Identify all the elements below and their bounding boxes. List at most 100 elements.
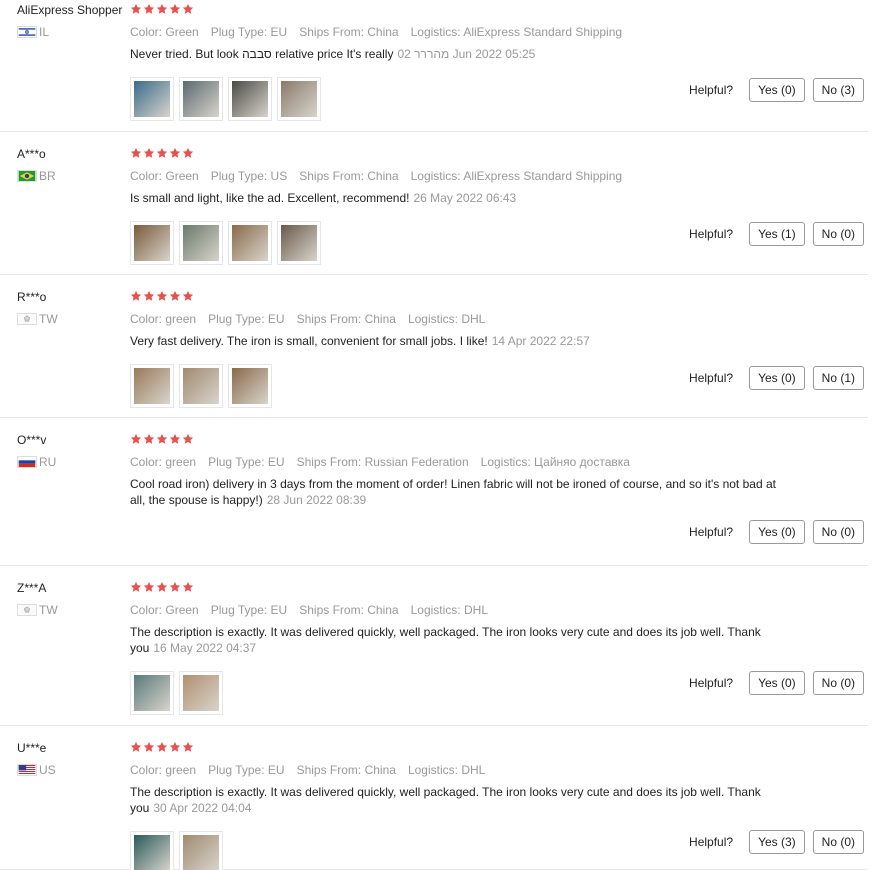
attribute-key: Color: xyxy=(130,763,163,777)
helpful-vote: Helpful? Yes (0) No (3) xyxy=(689,78,864,102)
helpful-yes-button[interactable]: Yes (3) xyxy=(749,830,805,854)
helpful-no-button[interactable]: No (0) xyxy=(812,830,864,854)
helpful-label: Helpful? xyxy=(689,227,734,241)
helpful-no-button[interactable]: No (1) xyxy=(812,366,864,390)
product-attribute: Color: green xyxy=(130,312,196,326)
review-content: Color: green Plug Type: EU Ships From: Rus… xyxy=(130,432,870,508)
review-photo-thumbnail[interactable] xyxy=(228,364,272,408)
country-code: RU xyxy=(39,455,57,469)
attribute-key: Plug Type: xyxy=(210,603,268,617)
star-icon xyxy=(169,581,181,593)
star-icon xyxy=(182,3,194,15)
attribute-value: DHL xyxy=(461,312,486,326)
country-flag-icon xyxy=(17,26,37,38)
country-flag-icon xyxy=(17,604,37,616)
attribute-key: Logistics: xyxy=(480,455,531,469)
product-attribute: Logistics: Цайняо доставка xyxy=(481,455,630,469)
attribute-key: Color: xyxy=(130,603,163,617)
helpful-yes-button[interactable]: Yes (0) xyxy=(749,78,805,102)
review-photo-thumbnail[interactable] xyxy=(179,77,223,121)
product-attribute: Plug Type: EU xyxy=(208,312,285,326)
review-photo-thumbnail[interactable] xyxy=(179,671,223,715)
country-code: US xyxy=(39,763,56,777)
review-text: Cool road iron) delivery in 3 days from … xyxy=(130,476,780,508)
attribute-value: China xyxy=(364,763,396,777)
helpful-label: Helpful? xyxy=(689,83,734,97)
review-photo-thumbnail[interactable] xyxy=(130,221,174,265)
review-date: 26 May 2022 06:43 xyxy=(413,191,517,205)
reviewer-country: TW xyxy=(17,603,127,617)
review-photo-thumbnail[interactable] xyxy=(228,77,272,121)
product-attributes: Color: green Plug Type: EU Ships From: Chi… xyxy=(130,762,870,778)
review-item: Z***A TW Color: Green Plug Type: EU Ships Fr… xyxy=(0,580,868,726)
helpful-vote: Helpful? Yes (1) No (0) xyxy=(689,222,864,246)
product-attribute: Color: Green xyxy=(130,603,199,617)
helpful-no-button[interactable]: No (3) xyxy=(812,78,864,102)
product-attributes: Color: Green Plug Type: US Ships From: Chi… xyxy=(130,168,870,184)
star-rating xyxy=(130,146,870,160)
review-date: 14 Apr 2022 22:57 xyxy=(491,334,590,348)
attribute-value: China xyxy=(367,169,399,183)
review-body: Very fast delivery. The iron is small, c… xyxy=(130,334,488,348)
attribute-key: Logistics: xyxy=(407,312,458,326)
star-icon xyxy=(156,147,168,159)
product-attribute: Color: Green xyxy=(130,25,199,39)
helpful-label: Helpful? xyxy=(689,371,734,385)
review-photo-thumbnail[interactable] xyxy=(130,671,174,715)
attribute-key: Color: xyxy=(130,312,163,326)
attribute-value: EU xyxy=(267,763,285,777)
star-icon xyxy=(130,3,142,15)
star-icon xyxy=(130,741,142,753)
helpful-no-button[interactable]: No (0) xyxy=(812,520,864,544)
attribute-key: Logistics: xyxy=(410,169,461,183)
star-rating xyxy=(130,289,870,303)
product-attribute: Ships From: China xyxy=(299,169,398,183)
review-photo-thumbnail[interactable] xyxy=(277,221,321,265)
attribute-value: green xyxy=(165,312,197,326)
product-attribute: Color: green xyxy=(130,763,196,777)
reviewer-info: O***v RU xyxy=(17,432,127,469)
reviewer-name: O***v xyxy=(17,433,47,447)
review-text: Is small and light, like the ad. Excelle… xyxy=(130,190,780,206)
review-date: 28 Jun 2022 08:39 xyxy=(266,493,367,507)
star-rating xyxy=(130,580,870,594)
review-text: The description is exactly. It was deliv… xyxy=(130,624,780,656)
review-photo-thumbnail[interactable] xyxy=(228,221,272,265)
star-icon xyxy=(143,741,155,753)
attribute-key: Color: xyxy=(130,25,163,39)
helpful-yes-button[interactable]: Yes (0) xyxy=(749,366,805,390)
helpful-no-button[interactable]: No (0) xyxy=(812,222,864,246)
review-date: 30 Apr 2022 04:04 xyxy=(153,801,252,815)
product-attribute: Logistics: DHL xyxy=(408,763,485,777)
star-icon xyxy=(143,581,155,593)
attribute-key: Ships From: xyxy=(299,169,364,183)
helpful-no-button[interactable]: No (0) xyxy=(812,671,864,695)
reviewer-name: A***o xyxy=(17,147,46,161)
reviewer-name: R***o xyxy=(17,290,47,304)
review-content: Color: Green Plug Type: US Ships From: Chi… xyxy=(130,146,870,265)
review-photo-thumbnail[interactable] xyxy=(130,831,174,870)
product-attribute: Ships From: China xyxy=(299,603,398,617)
review-photo-thumbnail[interactable] xyxy=(277,77,321,121)
review-item: AliExpress Shopper IL Color: Green Plug Typ… xyxy=(0,2,868,132)
attribute-value: Цайняо доставка xyxy=(534,455,630,469)
attribute-key: Color: xyxy=(130,169,163,183)
attribute-value: EU xyxy=(270,603,288,617)
review-photo-thumbnail[interactable] xyxy=(130,364,174,408)
helpful-yes-button[interactable]: Yes (0) xyxy=(749,520,805,544)
star-icon xyxy=(182,290,194,302)
star-icon xyxy=(169,741,181,753)
helpful-yes-button[interactable]: Yes (0) xyxy=(749,671,805,695)
review-body: Is small and light, like the ad. Excelle… xyxy=(130,191,410,205)
attribute-value: EU xyxy=(270,25,288,39)
star-icon xyxy=(169,290,181,302)
review-photo-thumbnail[interactable] xyxy=(179,831,223,870)
helpful-yes-button[interactable]: Yes (1) xyxy=(749,222,805,246)
review-photo-thumbnail[interactable] xyxy=(179,221,223,265)
reviewer-info: R***o TW xyxy=(17,289,127,326)
star-rating xyxy=(130,740,870,754)
helpful-vote: Helpful? Yes (0) No (0) xyxy=(689,671,864,695)
review-photo-thumbnail[interactable] xyxy=(179,364,223,408)
star-icon xyxy=(156,3,168,15)
review-photo-thumbnail[interactable] xyxy=(130,77,174,121)
